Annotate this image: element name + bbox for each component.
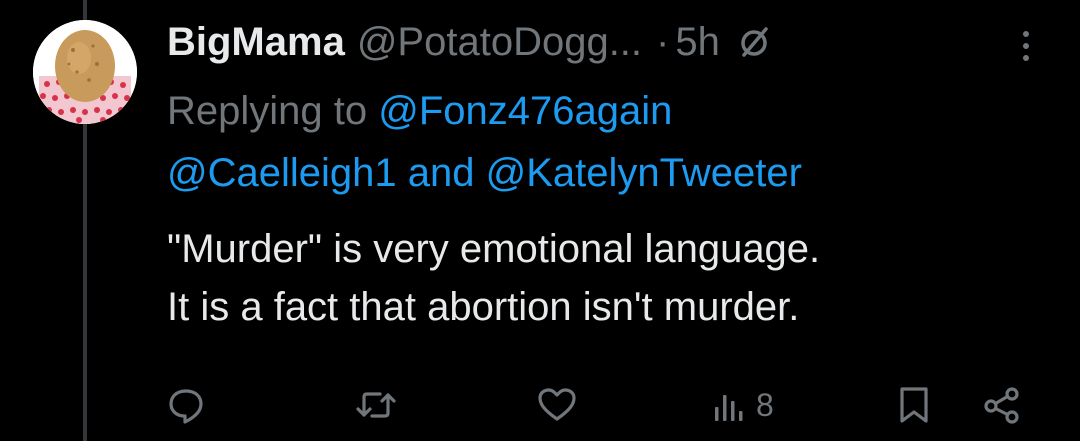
- share-button[interactable]: [980, 385, 1024, 425]
- reply-context: Replying to @Fonz476again @Caelleigh1 an…: [167, 80, 802, 204]
- bookmark-icon: [896, 385, 932, 425]
- views-icon: [712, 385, 748, 425]
- tweet-text-line: "Murder" is very emotional language.: [167, 227, 821, 271]
- retweet-button[interactable]: [354, 385, 398, 425]
- retweet-icon: [354, 385, 398, 425]
- reply-context-line-1: Replying to @Fonz476again: [167, 80, 802, 142]
- reply-joiner: and: [407, 151, 475, 195]
- display-name[interactable]: BigMama: [167, 20, 345, 65]
- views-button[interactable]: 8: [712, 385, 774, 425]
- reply-context-line-2: @Caelleigh1 and @KatelynTweeter: [167, 142, 802, 204]
- tweet-text-line: It is a fact that abortion isn't murder.: [167, 285, 800, 329]
- edit-history-icon[interactable]: [736, 24, 772, 60]
- views-count: 8: [756, 386, 774, 423]
- user-handle[interactable]: @PotatoDogg...: [357, 20, 642, 65]
- reply-button[interactable]: [166, 385, 206, 425]
- replying-to-label: Replying to: [167, 89, 368, 133]
- separator-dot: ·: [656, 19, 670, 64]
- heart-icon: [536, 385, 578, 425]
- avatar[interactable]: [33, 20, 137, 124]
- like-button[interactable]: [536, 385, 578, 425]
- tweet-header: BigMama @PotatoDogg... · 5h: [167, 14, 772, 70]
- bookmark-button[interactable]: [896, 385, 932, 425]
- share-icon: [980, 385, 1024, 425]
- mention-link[interactable]: @KatelynTweeter: [486, 151, 802, 195]
- mention-link[interactable]: @Fonz476again: [378, 89, 672, 133]
- more-options-icon[interactable]: [1016, 28, 1036, 64]
- timestamp[interactable]: 5h: [675, 20, 720, 65]
- reply-icon: [166, 385, 206, 425]
- mention-link[interactable]: @Caelleigh1: [167, 151, 397, 195]
- tweet-text: "Murder" is very emotional language. It …: [167, 220, 820, 336]
